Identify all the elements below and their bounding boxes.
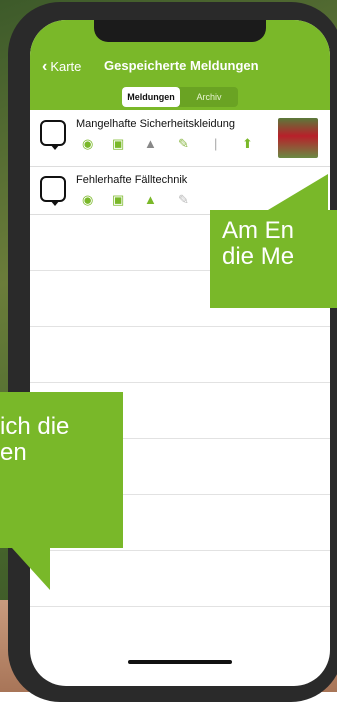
- report-title: Mangelhafte Sicherheitskleidung: [76, 118, 235, 130]
- location-icon[interactable]: ◉: [82, 192, 93, 208]
- report-title: Fehlerhafte Fälltechnik: [76, 174, 188, 186]
- phone-frame: ‹ Karte Gespeicherte Meldungen Meldungen …: [8, 2, 337, 702]
- camera-icon[interactable]: ▣: [112, 136, 124, 152]
- tab-archiv[interactable]: Archiv: [180, 87, 238, 107]
- callout-right-text: Am En die Me: [222, 217, 295, 270]
- segment-bar: Meldungen Archiv: [30, 84, 330, 110]
- phone-notch: [94, 20, 266, 42]
- camera-icon[interactable]: ▣: [112, 192, 124, 208]
- segmented-control: Meldungen Archiv: [122, 87, 238, 107]
- list-item[interactable]: Mangelhafte Sicherheitskleidung ◉ ▣ ▲ ✎ …: [30, 110, 330, 167]
- callout-left-text: ich die en: [0, 413, 70, 466]
- list-separator: [30, 382, 330, 383]
- list-separator: [30, 550, 330, 551]
- app-screen: ‹ Karte Gespeicherte Meldungen Meldungen …: [30, 20, 330, 686]
- callout-left: ich die en: [0, 392, 123, 590]
- report-thumbnail[interactable]: [278, 118, 318, 158]
- home-indicator: [128, 660, 232, 664]
- back-label: Karte: [50, 59, 82, 74]
- nav-bar: ‹ Karte Gespeicherte Meldungen: [30, 20, 330, 84]
- note-icon[interactable]: ✎: [178, 136, 189, 152]
- back-button[interactable]: ‹ Karte: [42, 58, 81, 76]
- medical-bag-icon: [40, 120, 66, 150]
- location-icon[interactable]: ◉: [82, 136, 93, 152]
- forest-icon[interactable]: ▲: [144, 136, 157, 151]
- note-icon[interactable]: ✎: [178, 192, 189, 208]
- forest-icon[interactable]: ▲: [144, 192, 157, 207]
- divider-mark: |: [214, 136, 218, 151]
- callout-right: Am En die Me: [210, 174, 337, 308]
- tab-meldungen[interactable]: Meldungen: [122, 87, 180, 107]
- upload-icon[interactable]: ⬆: [242, 136, 253, 152]
- page-title: Gespeicherte Meldungen: [104, 58, 259, 73]
- chevron-left-icon: ‹: [42, 58, 48, 75]
- list-separator: [30, 326, 330, 327]
- chat-icon: [40, 176, 66, 206]
- list-separator: [30, 606, 330, 607]
